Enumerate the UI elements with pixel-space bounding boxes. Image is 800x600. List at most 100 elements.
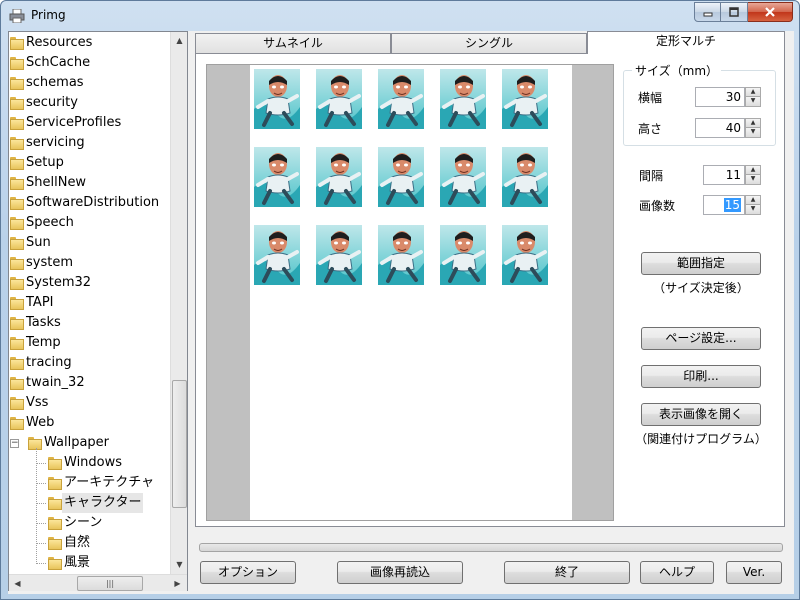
- preview-thumbnail: [440, 225, 486, 285]
- tree-item[interactable]: アーキテクチャ: [9, 473, 169, 493]
- tree-item[interactable]: Vss: [9, 393, 169, 413]
- tree-item[interactable]: system: [9, 253, 169, 273]
- tree-item-label: Resources: [26, 35, 93, 50]
- tree-item[interactable]: Windows: [9, 453, 169, 473]
- tree-item[interactable]: System32: [9, 273, 169, 293]
- scroll-up-icon[interactable]: ▲: [171, 32, 188, 49]
- version-button[interactable]: Ver.: [726, 561, 782, 584]
- tree-item[interactable]: twain_32: [9, 373, 169, 393]
- preview-thumbnail: [502, 147, 548, 207]
- tree-item[interactable]: TAPI: [9, 293, 169, 313]
- window-title: Primg: [31, 8, 66, 22]
- progress-bar: [199, 543, 783, 552]
- folder-icon: [10, 36, 24, 50]
- exit-button[interactable]: 終了: [504, 561, 630, 584]
- tree-item[interactable]: Sun: [9, 233, 169, 253]
- tree-vertical-scrollbar[interactable]: ▲ ▼: [170, 32, 187, 574]
- image-count-spinner[interactable]: 15 ▲ ▼: [703, 195, 761, 215]
- title-bar[interactable]: Primg: [1, 1, 799, 31]
- tree-item-label: アーキテクチャ: [64, 475, 155, 490]
- tree-item[interactable]: Setup: [9, 153, 169, 173]
- help-button[interactable]: ヘルプ: [640, 561, 714, 584]
- height-spinner[interactable]: 40 ▲ ▼: [695, 118, 761, 138]
- minimize-icon: [703, 12, 712, 17]
- tree-item[interactable]: schemas: [9, 73, 169, 93]
- print-button[interactable]: 印刷...: [641, 365, 761, 388]
- scroll-right-icon[interactable]: ▶: [169, 575, 186, 592]
- tree-item[interactable]: security: [9, 93, 169, 113]
- tree-item-label: System32: [26, 275, 92, 290]
- tree-connector: [36, 543, 46, 544]
- preview-thumbnail: [378, 147, 424, 207]
- spin-down-icon[interactable]: ▼: [745, 97, 761, 107]
- spin-down-icon[interactable]: ▼: [745, 175, 761, 185]
- open-image-button[interactable]: 表示画像を開く: [641, 403, 761, 426]
- tree-item[interactable]: Speech: [9, 213, 169, 233]
- preview-thumbnail: [316, 147, 362, 207]
- tree-item[interactable]: 自然: [9, 533, 169, 553]
- tree-connector: [36, 448, 37, 564]
- folder-icon: [10, 256, 24, 270]
- tree-item[interactable]: tracing: [9, 353, 169, 373]
- height-input[interactable]: 40: [695, 118, 745, 138]
- tree-item[interactable]: Web: [9, 413, 169, 433]
- tree-item-label: twain_32: [26, 375, 85, 390]
- preview-thumbnail: [316, 225, 362, 285]
- tree-item[interactable]: 風景: [9, 553, 169, 573]
- horizontal-scrollbar-thumb[interactable]: |||: [77, 576, 143, 591]
- tab-thumbnail[interactable]: サムネイル: [195, 33, 391, 53]
- spin-down-icon[interactable]: ▼: [745, 205, 761, 215]
- spin-up-icon[interactable]: ▲: [745, 118, 761, 128]
- folder-icon: [10, 136, 24, 150]
- tree-item-label: ShellNew: [26, 175, 87, 190]
- tree-horizontal-scrollbar[interactable]: ◀ ||| ▶: [9, 574, 187, 591]
- tree-item[interactable]: Tasks: [9, 313, 169, 333]
- tree-item[interactable]: ShellNew: [9, 173, 169, 193]
- spin-up-icon[interactable]: ▲: [745, 195, 761, 205]
- open-image-note: （関連付けプログラム）: [635, 432, 767, 446]
- spin-up-icon[interactable]: ▲: [745, 87, 761, 97]
- tree-item[interactable]: Temp: [9, 333, 169, 353]
- tab-panel-fixed-multi: サイズ（mm） 横幅 30 ▲ ▼ 高さ 40 ▲ ▼ 間隔 11 ▲ ▼ 画像数 1…: [195, 53, 785, 527]
- scrollbar-thumb[interactable]: [172, 380, 187, 508]
- tree-item[interactable]: シーン: [9, 513, 169, 533]
- collapse-icon[interactable]: −: [10, 439, 19, 448]
- image-count-label: 画像数: [639, 199, 676, 213]
- tree-item[interactable]: ServiceProfiles: [9, 113, 169, 133]
- preview-thumbnail: [378, 225, 424, 285]
- tree-item[interactable]: SchCache: [9, 53, 169, 73]
- folder-icon: [10, 156, 24, 170]
- print-preview-page[interactable]: [250, 65, 572, 520]
- tree-item[interactable]: キャラクター: [9, 493, 169, 513]
- options-button[interactable]: オプション: [200, 561, 296, 584]
- folder-icon: [10, 316, 24, 330]
- tab-fixed-multi[interactable]: 定形マルチ: [587, 31, 785, 54]
- width-input[interactable]: 30: [695, 87, 745, 107]
- range-button[interactable]: 範囲指定: [641, 252, 761, 275]
- spacing-spinner[interactable]: 11 ▲ ▼: [703, 165, 761, 185]
- scroll-left-icon[interactable]: ◀: [9, 575, 26, 592]
- image-count-input[interactable]: 15: [703, 195, 745, 215]
- minimize-button[interactable]: [694, 2, 721, 22]
- tree-item-label: 風景: [64, 555, 91, 570]
- folder-icon: [10, 276, 24, 290]
- spin-up-icon[interactable]: ▲: [745, 165, 761, 175]
- height-label: 高さ: [638, 122, 663, 136]
- close-button[interactable]: [748, 2, 793, 22]
- tree-item[interactable]: Resources: [9, 33, 169, 53]
- tree-item[interactable]: SoftwareDistribution: [9, 193, 169, 213]
- spin-down-icon[interactable]: ▼: [745, 128, 761, 138]
- tree-item-label: Wallpaper: [44, 435, 110, 450]
- reload-images-button[interactable]: 画像再読込: [337, 561, 463, 584]
- tree-item-label: system: [26, 255, 73, 270]
- spacing-input[interactable]: 11: [703, 165, 745, 185]
- page-setup-button[interactable]: ページ設定...: [641, 327, 761, 350]
- tree-item[interactable]: Wallpaper −: [9, 433, 169, 453]
- folder-tree[interactable]: ▲ ▼ ◀ ||| ▶ Resources SchCache schemas secu…: [8, 31, 188, 591]
- maximize-button[interactable]: [721, 2, 748, 22]
- scroll-down-icon[interactable]: ▼: [171, 556, 188, 573]
- tree-connector: [36, 483, 46, 484]
- tab-single[interactable]: シングル: [391, 33, 587, 53]
- tree-item[interactable]: servicing: [9, 133, 169, 153]
- width-spinner[interactable]: 30 ▲ ▼: [695, 87, 761, 107]
